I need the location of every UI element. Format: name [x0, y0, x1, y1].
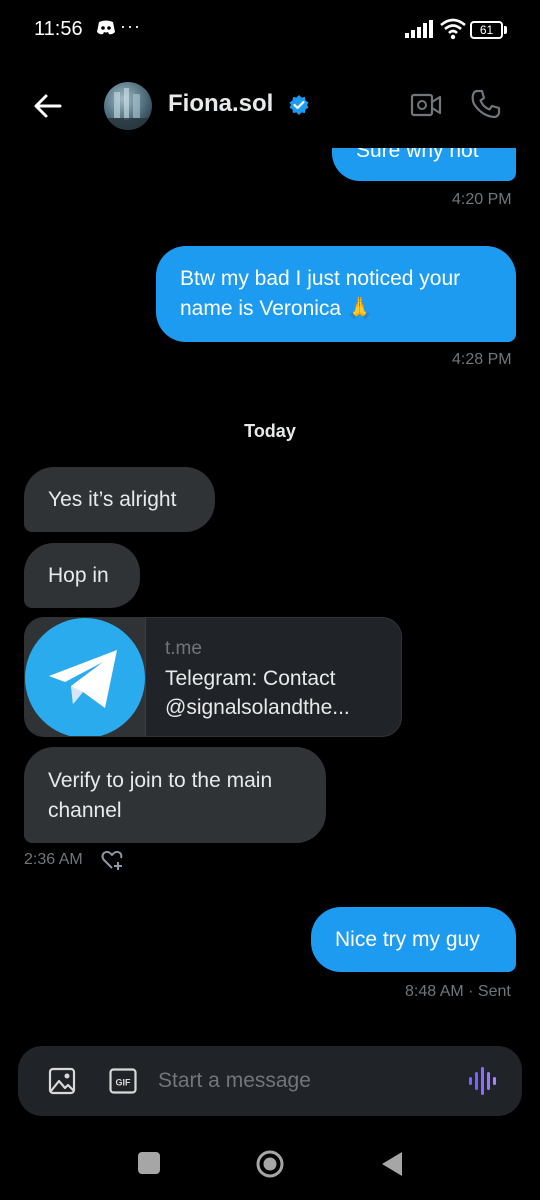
message-text: Hop in [48, 564, 109, 587]
message-incoming[interactable]: Yes it’s alright [24, 467, 215, 532]
home-button[interactable] [255, 1149, 285, 1179]
voice-message-icon[interactable] [468, 1067, 498, 1095]
wifi-icon [440, 18, 466, 40]
link-domain: t.me [165, 638, 202, 659]
message-status: 8:48 AM · Sent [405, 983, 511, 1000]
message-composer: GIF [18, 1046, 522, 1116]
telegram-logo-icon [25, 618, 145, 736]
link-title: Telegram: Contact @signalsolandthe... [165, 667, 350, 719]
add-reaction-icon[interactable] [100, 848, 124, 872]
signal-icon [405, 20, 433, 38]
message-text: Yes it’s alright [48, 488, 177, 511]
image-upload-icon[interactable] [48, 1067, 76, 1095]
message-incoming[interactable]: Hop in [24, 543, 140, 608]
link-preview-card[interactable]: t.me Telegram: Contact @signalsolandthe.… [24, 617, 402, 737]
avatar[interactable] [104, 82, 152, 130]
message-incoming[interactable]: Verify to join to the main channel [24, 747, 326, 843]
message-outgoing[interactable]: Nice try my guy [311, 907, 516, 972]
status-time: 11:56 [34, 18, 83, 40]
message-outgoing[interactable]: Btw my bad I just noticed your name is V… [156, 246, 516, 342]
message-timestamp: 4:20 PM [452, 191, 512, 208]
recents-button[interactable] [138, 1152, 160, 1174]
gif-label: GIF [116, 1078, 132, 1088]
message-timestamp: 2:36 AM [24, 851, 83, 868]
system-back-button[interactable] [380, 1150, 404, 1178]
battery-icon: 61 [470, 21, 508, 39]
video-call-icon[interactable] [410, 91, 442, 119]
message-text: Nice try my guy [335, 928, 480, 951]
message-timestamp: 4:28 PM [452, 351, 512, 368]
discord-icon [97, 20, 115, 35]
status-bar: 11:56 ··· 61 [0, 0, 540, 60]
day-separator: Today [244, 421, 296, 441]
battery-level: 61 [470, 21, 503, 39]
link-preview-thumbnail [25, 618, 146, 736]
phone-call-icon[interactable] [470, 88, 502, 120]
verified-badge-icon [289, 95, 309, 115]
avatar-image [104, 88, 152, 130]
gif-icon[interactable]: GIF [109, 1068, 137, 1094]
message-text: Verify to join to the main channel [48, 769, 273, 822]
message-input[interactable] [158, 1064, 458, 1098]
conversation-header: Fiona.sol [0, 64, 540, 148]
message-text: Btw my bad I just noticed your name is V… [180, 267, 461, 320]
contact-name[interactable]: Fiona.sol [168, 90, 273, 118]
status-more-dots: ··· [120, 16, 141, 36]
back-arrow-icon[interactable] [30, 88, 66, 124]
